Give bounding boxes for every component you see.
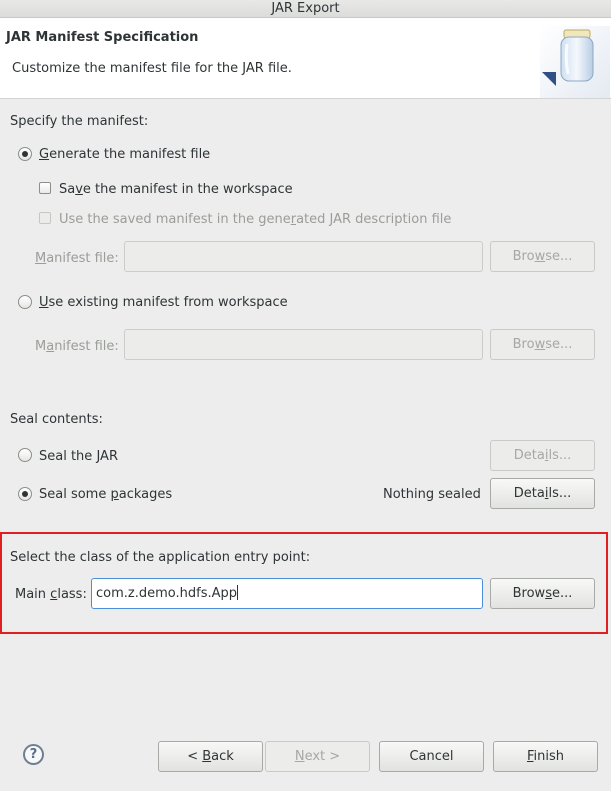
seal-jar-label[interactable]: Seal the JAR: [39, 449, 118, 464]
manifest-file-label-2: Manifest file:: [35, 339, 119, 354]
help-icon[interactable]: ?: [23, 744, 44, 765]
entry-point-label: Select the class of the application entr…: [10, 550, 311, 565]
manifest-file-input-1[interactable]: [124, 241, 483, 272]
seal-jar-radio[interactable]: [18, 448, 32, 462]
specify-manifest-label: Specify the manifest:: [10, 114, 149, 129]
use-existing-manifest-radio[interactable]: [18, 295, 32, 309]
manifest-file-input-2[interactable]: [124, 329, 483, 360]
main-class-browse-button[interactable]: Browse...: [490, 578, 595, 609]
use-saved-manifest-label: Use the saved manifest in the generated …: [59, 212, 452, 227]
wizard-header: JAR Manifest Specification Customize the…: [0, 18, 611, 99]
save-manifest-label[interactable]: Save the manifest in the workspace: [59, 182, 293, 197]
sealed-status-text: Nothing sealed: [383, 487, 481, 502]
manifest-browse-button-1[interactable]: Browse...: [490, 241, 595, 272]
use-existing-manifest-label[interactable]: Use existing manifest from workspace: [39, 295, 288, 310]
seal-contents-label: Seal contents:: [10, 412, 103, 427]
save-manifest-checkbox[interactable]: [39, 182, 51, 194]
use-saved-manifest-checkbox[interactable]: [39, 212, 51, 224]
back-button[interactable]: < Back: [158, 741, 263, 772]
generate-manifest-radio[interactable]: [18, 147, 32, 161]
seal-jar-details-button[interactable]: Details...: [490, 440, 595, 471]
seal-some-packages-label[interactable]: Seal some packages: [39, 487, 172, 502]
jar-wizard-icon: [540, 26, 610, 98]
seal-some-packages-radio[interactable]: [18, 487, 32, 501]
manifest-browse-button-2[interactable]: Browse...: [490, 329, 595, 360]
page-title: JAR Manifest Specification: [6, 30, 199, 45]
finish-button[interactable]: Finish: [493, 741, 598, 772]
cancel-button[interactable]: Cancel: [379, 741, 484, 772]
window-title: JAR Export: [271, 1, 340, 16]
main-class-input[interactable]: com.z.demo.hdfs.App: [91, 578, 483, 609]
main-class-label: Main class:: [15, 587, 87, 602]
generate-manifest-label[interactable]: Generate the manifest file: [39, 147, 210, 162]
manifest-file-label-1: Manifest file:: [35, 251, 119, 266]
text-cursor: [237, 585, 238, 600]
page-subtitle: Customize the manifest file for the JAR …: [12, 61, 292, 76]
window-titlebar: JAR Export: [0, 0, 611, 18]
next-button[interactable]: Next >: [265, 741, 370, 772]
seal-packages-details-button[interactable]: Details...: [490, 478, 595, 509]
